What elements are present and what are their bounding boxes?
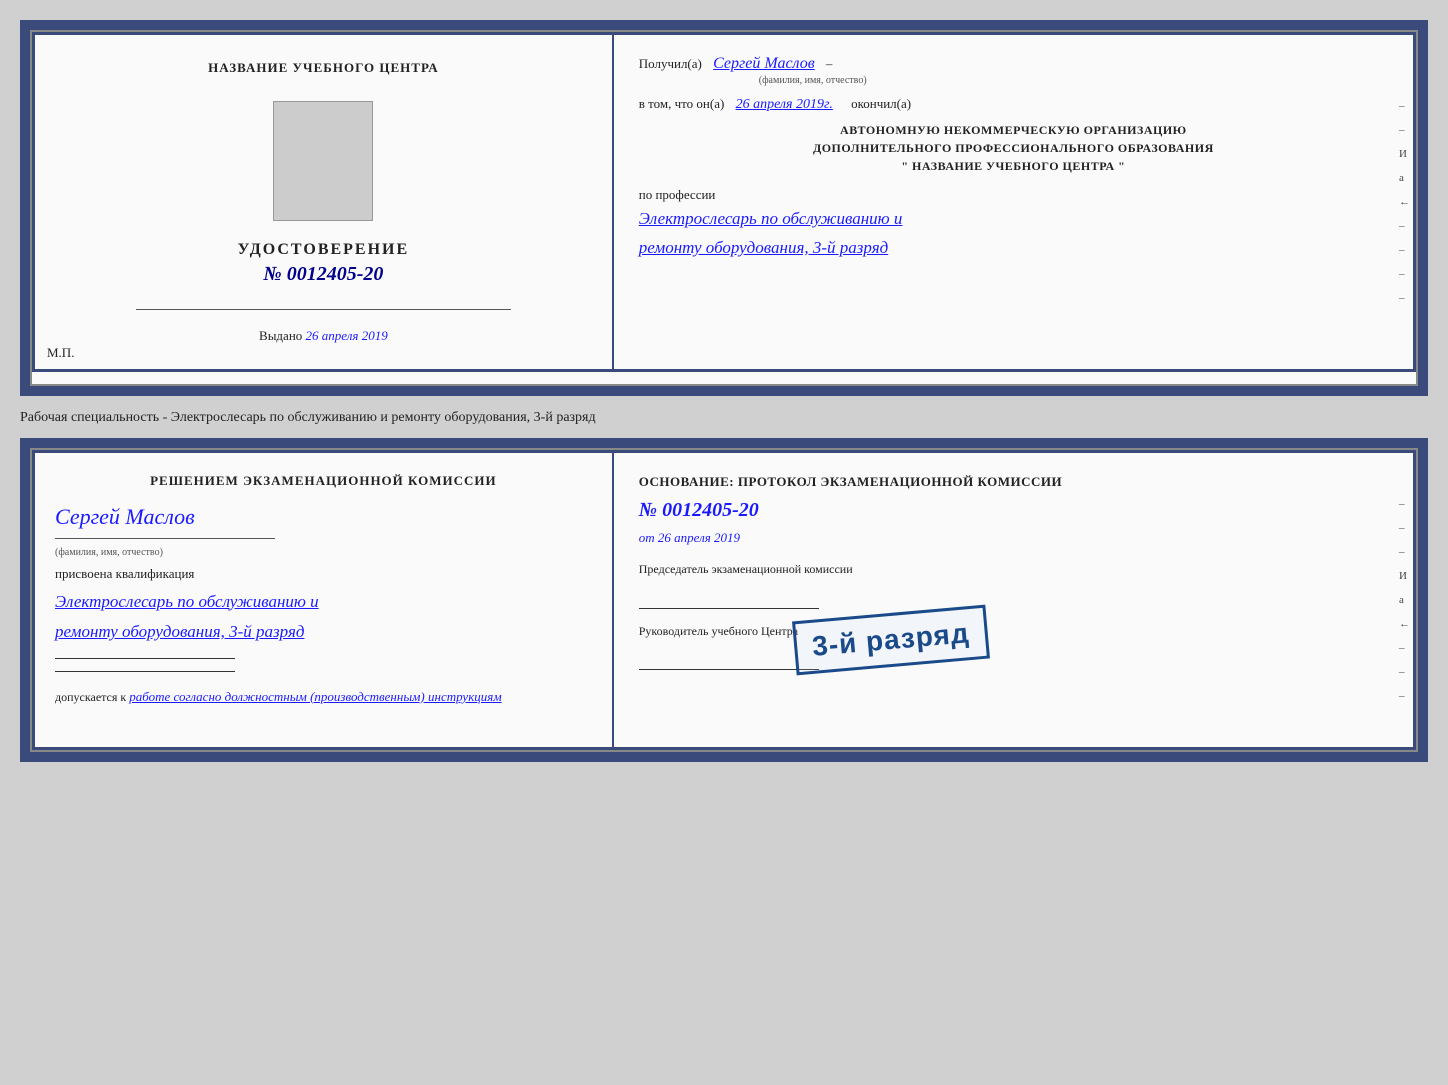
rukovoditel-label: Руководитель учебного Центра (639, 624, 1388, 639)
top-certificate: НАЗВАНИЕ УЧЕБНОГО ЦЕНТРА УДОСТОВЕРЕНИЕ №… (32, 32, 1416, 372)
osnovanie-label: Основание: протокол экзаменационной коми… (639, 473, 1388, 491)
sign-line-1 (55, 658, 235, 659)
po-professii-label: по профессии (639, 187, 1388, 203)
bottom-cert-left: Решением экзаменационной комиссии Сергей… (35, 453, 614, 747)
fio-label-bottom: (фамилия, имя, отчество) (55, 547, 592, 558)
accent-И-b: И (1399, 570, 1410, 582)
accent-И: И (1399, 148, 1410, 160)
bottom-certificate-inner: Решением экзаменационной комиссии Сергей… (30, 448, 1418, 752)
poluchil-row: Получил(а) Сергей Маслов – (639, 55, 1388, 73)
top-cert-center-title: НАЗВАНИЕ УЧЕБНОГО ЦЕНТРА (208, 60, 439, 76)
vtom-date: 26 апреля 2019г. (736, 97, 833, 112)
protocol-number-value: 0012405-20 (662, 499, 759, 521)
accent-dash-b3: – (1399, 546, 1410, 558)
recipient-name-top: Сергей Маслов (713, 55, 815, 72)
accent-dash-b2: – (1399, 522, 1410, 534)
okonchil-label: окончил(а) (851, 96, 911, 111)
vydano-date: 26 апреля 2019 (306, 328, 388, 343)
cert-number-top: № 0012405-20 (263, 263, 383, 286)
stamp-text: 3-й разряд (811, 617, 971, 662)
org-line2: ДОПОЛНИТЕЛЬНОГО ПРОФЕССИОНАЛЬНОГО ОБРАЗО… (639, 139, 1388, 157)
ot-date-bottom: от 26 апреля 2019 (639, 530, 1388, 546)
divider-line-bottom (55, 538, 275, 539)
right-accent-labels: – – И а ← – – – – (1399, 100, 1410, 304)
accent-dash-b6: – (1399, 690, 1410, 702)
top-certificate-wrapper: НАЗВАНИЕ УЧЕБНОГО ЦЕНТРА УДОСТОВЕРЕНИЕ №… (20, 20, 1428, 396)
middle-specialty-text: Рабочая специальность - Электрослесарь п… (20, 408, 1428, 428)
accent-dash-2: – (1399, 124, 1410, 136)
divider-line-top (136, 309, 512, 310)
accent-dash-b4: – (1399, 642, 1410, 654)
sign-line-rukovoditel (639, 669, 819, 670)
accent-left: ← (1399, 196, 1410, 208)
org-text: АВТОНОМНУЮ НЕКОММЕРЧЕСКУЮ ОРГАНИЗАЦИЮ ДО… (639, 121, 1388, 175)
fio-label-top: (фамилия, имя, отчество) (759, 75, 1388, 86)
bottom-cert-right: – – – И а ← – – – Основание: протокол эк… (614, 453, 1413, 747)
vtom-label: в том, что он(а) (639, 96, 725, 111)
accent-dash-5: – (1399, 268, 1410, 280)
photo-placeholder (273, 101, 373, 221)
accent-left-b: ← (1399, 618, 1410, 630)
vydano-line: Выдано 26 апреля 2019 (259, 328, 388, 344)
resheniyem-title: Решением экзаменационной комиссии (55, 473, 592, 489)
bottom-certificate-wrapper: Решением экзаменационной комиссии Сергей… (20, 438, 1428, 762)
ot-date-value: 26 апреля 2019 (658, 530, 740, 545)
vtom-row: в том, что он(а) 26 апреля 2019г. окончи… (639, 96, 1388, 113)
sign-lines-bottom (55, 658, 592, 672)
poluchil-label: Получил(а) (639, 56, 702, 71)
kvalifikaciya-handwritten: Электрослесарь по обслуживанию и ремонту… (55, 587, 592, 648)
cert-number-value: 0012405-20 (287, 263, 384, 285)
profession-line2-top: ремонту оборудования, 3-й разряд (639, 234, 1388, 263)
sign-line-chairman (639, 608, 819, 609)
dash-top: – (826, 56, 833, 71)
accent-dash-4: – (1399, 244, 1410, 256)
bottom-certificate-outer: Решением экзаменационной комиссии Сергей… (20, 438, 1428, 762)
right-accent-labels-bottom: – – – И а ← – – – (1399, 498, 1410, 702)
ot-label: от (639, 530, 655, 545)
sign-line-2 (55, 671, 235, 672)
top-certificate-outer: НАЗВАНИЕ УЧЕБНОГО ЦЕНТРА УДОСТОВЕРЕНИЕ №… (20, 20, 1428, 396)
accent-а-b: а (1399, 594, 1410, 606)
udostoverenie-label: УДОСТОВЕРЕНИЕ (238, 241, 410, 259)
top-cert-right: – – И а ← – – – – Получил(а) Сергей Масл… (614, 35, 1413, 369)
dopuskaetsya-text: работе согласно должностным (производств… (129, 689, 501, 704)
accent-dash-b1: – (1399, 498, 1410, 510)
mp-label: М.П. (47, 345, 74, 361)
prisvoena-label: присвоена квалификация (55, 566, 592, 582)
dopuskaetsya-block: допускается к работе согласно должностны… (55, 687, 592, 708)
chairman-label: Председатель экзаменационной комиссии (639, 561, 1388, 578)
profession-handwritten-top: Электрослесарь по обслуживанию и ремонту… (639, 205, 1388, 263)
org-line1: АВТОНОМНУЮ НЕКОММЕРЧЕСКУЮ ОРГАНИЗАЦИЮ (639, 121, 1388, 139)
protocol-number-bottom: № 0012405-20 (639, 499, 1388, 522)
kval-line1: Электрослесарь по обслуживанию и (55, 587, 592, 618)
top-certificate-inner: НАЗВАНИЕ УЧЕБНОГО ЦЕНТРА УДОСТОВЕРЕНИЕ №… (30, 30, 1418, 386)
name-handwritten-bottom: Сергей Маслов (55, 504, 592, 530)
org-line3: " НАЗВАНИЕ УЧЕБНОГО ЦЕНТРА " (639, 157, 1388, 175)
stamp: 3-й разряд (792, 604, 990, 675)
accent-dash-6: – (1399, 292, 1410, 304)
bottom-certificate: Решением экзаменационной комиссии Сергей… (32, 450, 1416, 750)
kval-line2: ремонту оборудования, 3-й разряд (55, 617, 592, 648)
dopuskaetsya-label: допускается к (55, 690, 126, 704)
accent-dash-1: – (1399, 100, 1410, 112)
accent-а: а (1399, 172, 1410, 184)
number-prefix: № (263, 263, 281, 285)
accent-dash-b5: – (1399, 666, 1410, 678)
number-prefix-bottom: № (639, 499, 657, 521)
profession-line1-top: Электрослесарь по обслуживанию и (639, 205, 1388, 234)
accent-dash-3: – (1399, 220, 1410, 232)
top-cert-left: НАЗВАНИЕ УЧЕБНОГО ЦЕНТРА УДОСТОВЕРЕНИЕ №… (35, 35, 614, 369)
